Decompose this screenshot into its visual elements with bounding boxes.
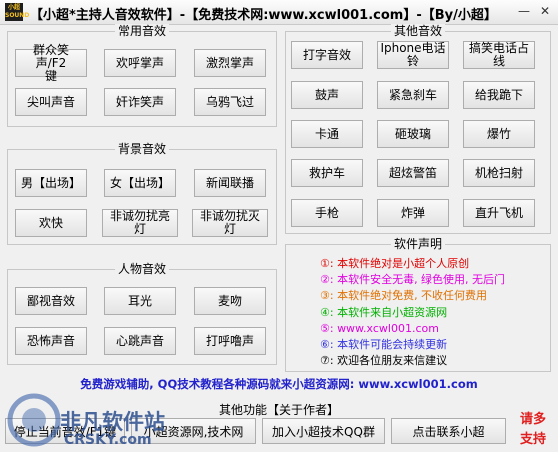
sound-button[interactable]: 鼓声: [291, 81, 363, 109]
sound-button[interactable]: 耳光: [104, 287, 176, 315]
sound-button[interactable]: 打字音效: [291, 41, 363, 69]
sound-button[interactable]: 激烈掌声: [194, 49, 266, 77]
declaration-line: ⑦: 欢迎各位朋友来信建议: [320, 354, 448, 368]
title-bar: 小超 SOUND 【小超*主持人音效软件】-【免费技术网:www.xcwl001…: [0, 0, 558, 25]
app-icon: 小超 SOUND: [5, 3, 30, 21]
sound-button[interactable]: 欢快: [15, 209, 87, 237]
group-declaration-label: 软件声明: [390, 237, 445, 251]
sound-button[interactable]: 女【出场】: [104, 169, 176, 197]
declaration-line: ④: 本软件来自小超资源网: [320, 305, 448, 319]
sound-button[interactable]: 恐怖声音: [15, 327, 87, 355]
sound-button[interactable]: 给我跪下: [463, 81, 535, 109]
declaration-line: ③: 本软件绝对免费, 不收任何费用: [320, 289, 488, 303]
sound-button[interactable]: 手枪: [291, 199, 363, 227]
watermark-subtext: CRSKY.com: [64, 432, 152, 448]
sound-button[interactable]: 直升飞机: [463, 199, 535, 227]
sound-button[interactable]: 超炫警笛: [377, 159, 449, 187]
declaration-line: ②: 本软件安全无毒, 绿色使用, 无后门: [320, 273, 506, 287]
sound-button[interactable]: 新闻联播: [194, 169, 266, 197]
declaration-line: ⑤: www.xcwl001.com: [320, 321, 439, 335]
declaration-line: ⑥: 本软件可能会持续更新: [320, 337, 448, 351]
sound-button[interactable]: 群众笑声/F2 键: [15, 43, 87, 82]
sound-button[interactable]: 搞笑电话占线: [463, 41, 535, 69]
support-text: 请多 支持: [519, 412, 546, 447]
sound-button[interactable]: 炸弹: [377, 199, 449, 227]
sound-button[interactable]: 非诚勿扰亮灯: [102, 209, 178, 237]
sound-button[interactable]: 鄙视音效: [15, 287, 87, 315]
close-button[interactable]: ✕: [537, 3, 553, 19]
declaration-list: ①: 本软件绝对是小超个人原创 ②: 本软件安全无毒, 绿色使用, 无后门 ③:…: [320, 256, 505, 369]
join-qq-group-button[interactable]: 加入小超技术QQ群: [262, 418, 385, 444]
group-character-label: 人物音效: [114, 262, 169, 276]
sound-button[interactable]: 卡通: [291, 120, 363, 148]
sound-button[interactable]: 欢呼掌声: [104, 49, 176, 77]
group-common-label: 常用音效: [114, 24, 169, 38]
contact-author-button[interactable]: 点击联系小超: [391, 418, 506, 444]
group-other-label: 其他音效: [390, 24, 445, 38]
sound-button[interactable]: 尖叫声音: [15, 88, 87, 116]
promo-text: 免费游戏辅助, QQ技术教程各种源码就来小超资源网: www.xcwl001.c…: [80, 377, 478, 391]
sound-button[interactable]: 奸诈笑声: [104, 88, 176, 116]
window-title: 【小超*主持人音效软件】-【免费技术网:www.xcwl001.com】-【By…: [30, 8, 497, 23]
sound-button[interactable]: 爆竹: [463, 120, 535, 148]
declaration-line: ①: 本软件绝对是小超个人原创: [320, 257, 470, 270]
sound-button[interactable]: Iphone电话铃: [377, 41, 449, 69]
sound-button[interactable]: 乌鸦飞过: [194, 88, 266, 116]
other-functions-label: 其他功能【关于作者】: [219, 403, 340, 417]
sound-button[interactable]: 紧急刹车: [377, 81, 449, 109]
watermark-logo-icon: [7, 393, 61, 447]
group-background-label: 背景音效: [114, 142, 169, 156]
sound-button[interactable]: 砸玻璃: [377, 120, 449, 148]
sound-button[interactable]: 打呼噜声: [194, 327, 266, 355]
sound-button[interactable]: 机枪扫射: [463, 159, 535, 187]
sound-button[interactable]: 非诚勿扰灭灯: [192, 209, 268, 237]
sound-button[interactable]: 男【出场】: [15, 169, 87, 197]
minimize-button[interactable]: —: [516, 3, 532, 19]
sound-button[interactable]: 麦吻: [194, 287, 266, 315]
sound-button[interactable]: 救护车: [291, 159, 363, 187]
sound-button[interactable]: 心跳声音: [104, 327, 176, 355]
